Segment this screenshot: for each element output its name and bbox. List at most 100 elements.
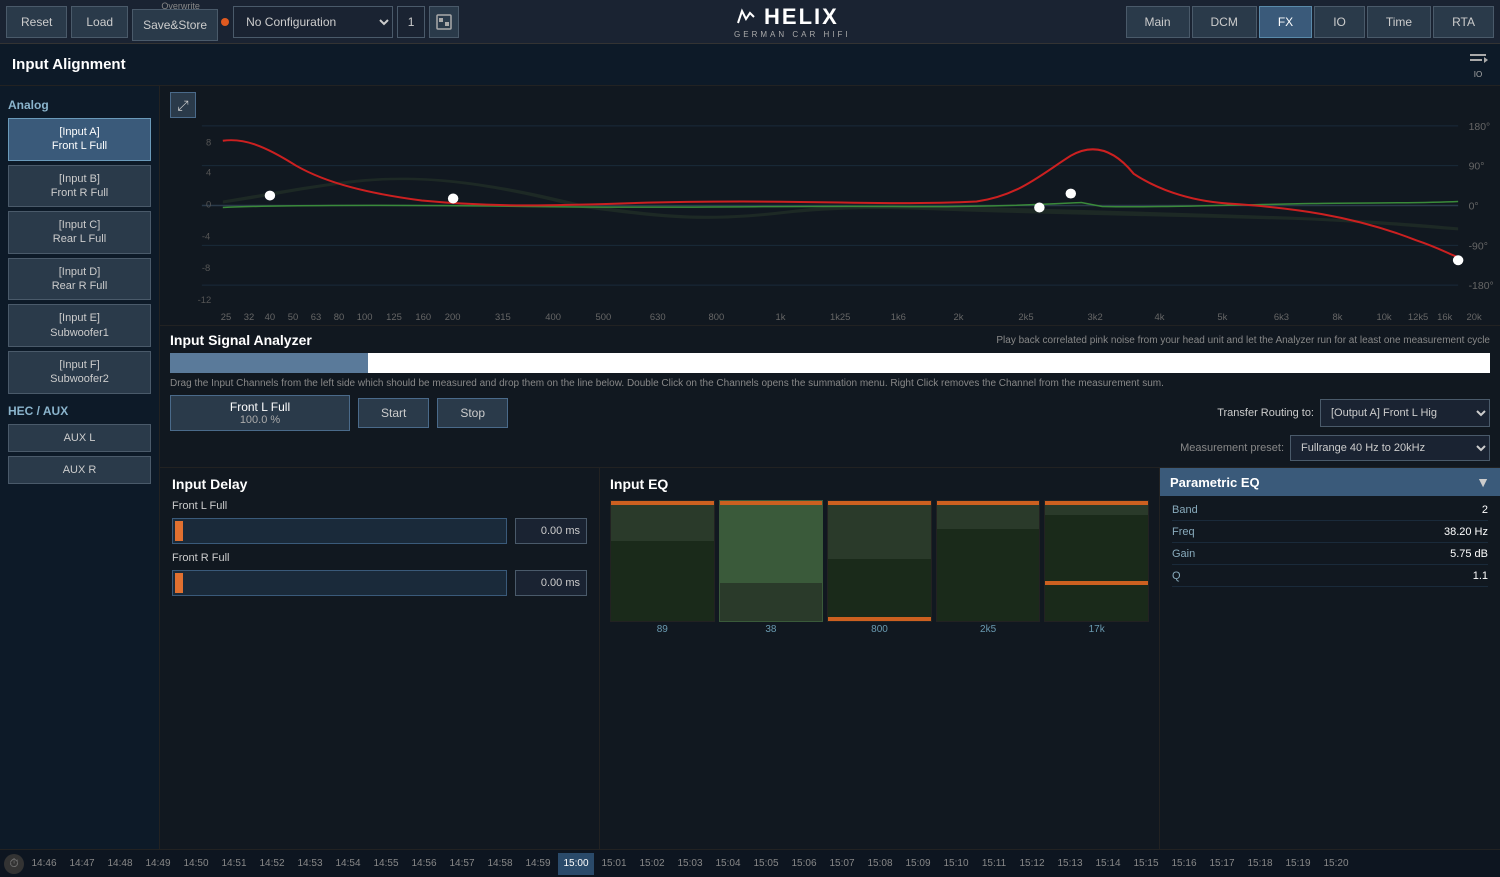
delay-slider-handle-0[interactable] xyxy=(175,521,183,541)
time-slot-1508[interactable]: 15:08 xyxy=(862,853,898,875)
eq-band-2k5[interactable]: 2k5 xyxy=(936,500,1041,635)
helix-logo-icon xyxy=(734,5,758,29)
top-bar: Reset Load Overwrite Save&Store No Confi… xyxy=(0,0,1500,44)
sidebar-item-input-e[interactable]: [Input E]Subwoofer1 xyxy=(8,304,151,347)
eq-param-value-q: 1.1 xyxy=(1222,570,1488,582)
preset-select[interactable]: Fullrange 40 Hz to 20kHz xyxy=(1290,435,1490,461)
tab-dcm[interactable]: DCM xyxy=(1192,6,1257,38)
eq-bar-38 xyxy=(719,500,824,622)
time-slot-1500[interactable]: 15:00 xyxy=(558,853,594,875)
time-slot-1459[interactable]: 14:59 xyxy=(520,853,556,875)
eq-param-band: Band 2 xyxy=(1172,504,1488,521)
svg-text:1k25: 1k25 xyxy=(830,312,850,322)
time-slot-1505[interactable]: 15:05 xyxy=(748,853,784,875)
tab-time[interactable]: Time xyxy=(1367,6,1431,38)
time-slot-1501[interactable]: 15:01 xyxy=(596,853,632,875)
sidebar-item-input-c[interactable]: [Input C]Rear L Full xyxy=(8,211,151,254)
time-slot-1512[interactable]: 15:12 xyxy=(1014,853,1050,875)
time-slot-1453[interactable]: 14:53 xyxy=(292,853,328,875)
time-slot-1514[interactable]: 15:14 xyxy=(1090,853,1126,875)
eq-bars-container: 89 38 xyxy=(610,500,1149,655)
time-slot-1511[interactable]: 15:11 xyxy=(976,853,1012,875)
time-slot-1520[interactable]: 15:20 xyxy=(1318,853,1354,875)
transfer-select[interactable]: [Output A] Front L Hig xyxy=(1320,399,1490,427)
time-slot-1449[interactable]: 14:49 xyxy=(140,853,176,875)
preset-label: Measurement preset: xyxy=(1180,442,1284,454)
eq-bar-fill-17k xyxy=(1045,505,1148,515)
reset-button[interactable]: Reset xyxy=(6,6,67,38)
svg-text:4: 4 xyxy=(206,168,211,178)
tab-main[interactable]: Main xyxy=(1126,6,1190,38)
eq-control-point-2 xyxy=(448,194,458,204)
time-slot-1452[interactable]: 14:52 xyxy=(254,853,290,875)
time-slot-1513[interactable]: 15:13 xyxy=(1052,853,1088,875)
load-button[interactable]: Load xyxy=(71,6,128,38)
eq-bar-2k5 xyxy=(936,500,1041,622)
time-slot-1457[interactable]: 14:57 xyxy=(444,853,480,875)
svg-text:32: 32 xyxy=(244,312,254,322)
stop-button[interactable]: Stop xyxy=(437,398,508,428)
time-slot-1448[interactable]: 14:48 xyxy=(102,853,138,875)
eq-param-label-gain: Gain xyxy=(1172,548,1222,560)
sidebar-item-input-f[interactable]: [Input F]Subwoofer2 xyxy=(8,351,151,394)
eq-param-gain: Gain 5.75 dB xyxy=(1172,548,1488,565)
sidebar-item-aux-l[interactable]: AUX L xyxy=(8,424,151,452)
config-icon[interactable] xyxy=(429,6,459,38)
svg-text:63: 63 xyxy=(311,312,321,322)
time-slot-1451[interactable]: 14:51 xyxy=(216,853,252,875)
eq-band-38[interactable]: 38 xyxy=(719,500,824,635)
time-slot-1503[interactable]: 15:03 xyxy=(672,853,708,875)
time-slot-1510[interactable]: 15:10 xyxy=(938,853,974,875)
parametric-eq-header: Parametric EQ ▼ xyxy=(1160,468,1500,496)
eq-control-point-4 xyxy=(1066,189,1076,199)
time-slot-1502[interactable]: 15:02 xyxy=(634,853,670,875)
time-slot-1517[interactable]: 15:17 xyxy=(1204,853,1240,875)
start-button[interactable]: Start xyxy=(358,398,429,428)
time-slot-1519[interactable]: 15:19 xyxy=(1280,853,1316,875)
time-slot-1450[interactable]: 14:50 xyxy=(178,853,214,875)
eq-bar-mid-17k xyxy=(1045,581,1148,585)
time-slot-1516[interactable]: 15:16 xyxy=(1166,853,1202,875)
tab-fx[interactable]: FX xyxy=(1259,6,1312,38)
eq-bar-fill-2k5 xyxy=(937,505,1040,529)
eq-band-89[interactable]: 89 xyxy=(610,500,715,635)
graph-area: ⤢ 180° 90° 0° -90° -180° 8 4 0 xyxy=(160,86,1500,326)
delay-value-1: 0.00 ms xyxy=(515,570,587,596)
save-store-button[interactable]: Save&Store xyxy=(132,9,218,41)
time-slot-1446[interactable]: 14:46 xyxy=(26,853,62,875)
time-slot-1456[interactable]: 14:56 xyxy=(406,853,442,875)
delay-slider-track-0[interactable] xyxy=(172,518,507,544)
svg-text:400: 400 xyxy=(545,312,561,322)
signal-analyzer-title: Input Signal Analyzer xyxy=(170,332,312,348)
config-select[interactable]: No Configuration xyxy=(233,6,393,38)
time-slot-1506[interactable]: 15:06 xyxy=(786,853,822,875)
time-slot-1518[interactable]: 15:18 xyxy=(1242,853,1278,875)
parametric-eq-dropdown-icon[interactable]: ▼ xyxy=(1476,474,1490,490)
delay-slider-track-1[interactable] xyxy=(172,570,507,596)
delay-value-0: 0.00 ms xyxy=(515,518,587,544)
time-slot-1455[interactable]: 14:55 xyxy=(368,853,404,875)
time-slot-1509[interactable]: 15:09 xyxy=(900,853,936,875)
eq-band-800[interactable]: 800 xyxy=(827,500,932,635)
tab-rta[interactable]: RTA xyxy=(1433,6,1494,38)
eq-band-label-800: 800 xyxy=(871,624,888,635)
svg-text:-4: -4 xyxy=(202,232,210,242)
tab-io[interactable]: IO xyxy=(1314,6,1365,38)
delay-channel-label-1: Front R Full xyxy=(172,552,587,564)
delay-slider-handle-1[interactable] xyxy=(175,573,183,593)
time-slot-1507[interactable]: 15:07 xyxy=(824,853,860,875)
graph-expand-button[interactable]: ⤢ xyxy=(170,92,196,118)
time-slot-1447[interactable]: 14:47 xyxy=(64,853,100,875)
sidebar-item-aux-r[interactable]: AUX R xyxy=(8,456,151,484)
time-slot-1454[interactable]: 14:54 xyxy=(330,853,366,875)
to-icon[interactable]: IO xyxy=(1468,50,1488,79)
sidebar-item-input-a[interactable]: [Input A]Front L Full xyxy=(8,118,151,161)
time-slot-1458[interactable]: 14:58 xyxy=(482,853,518,875)
sidebar-item-input-d[interactable]: [Input D]Rear R Full xyxy=(8,258,151,301)
sidebar-item-input-b[interactable]: [Input B]Front R Full xyxy=(8,165,151,208)
svg-text:125: 125 xyxy=(386,312,402,322)
time-slot-1504[interactable]: 15:04 xyxy=(710,853,746,875)
time-slot-1515[interactable]: 15:15 xyxy=(1128,853,1164,875)
eq-band-17k[interactable]: 17k xyxy=(1044,500,1149,635)
parametric-eq-title: Parametric EQ xyxy=(1170,475,1260,490)
